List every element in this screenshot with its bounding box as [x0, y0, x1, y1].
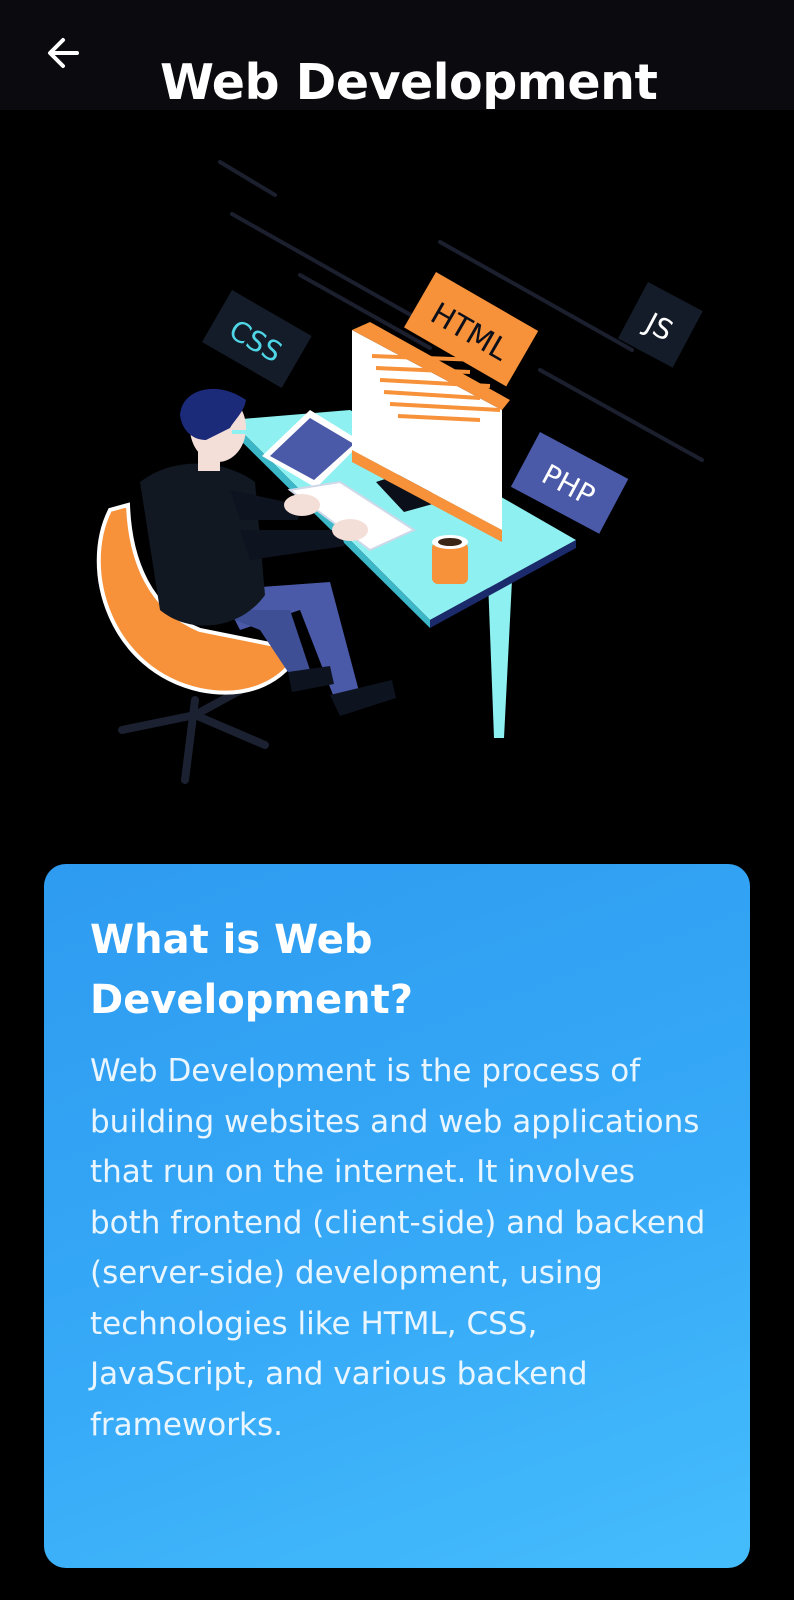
page-title: Web Development	[160, 53, 658, 111]
coffee-cup	[432, 535, 468, 584]
hero-illustration: CSS JS PHP HTML	[0, 110, 794, 850]
card-title: What is Web Development?	[90, 917, 413, 1023]
css-tag: CSS	[201, 290, 312, 388]
back-button[interactable]	[38, 28, 88, 78]
chair-base	[118, 681, 269, 784]
arrow-left-icon	[48, 38, 79, 68]
person-hand	[284, 494, 320, 516]
developer-at-desk-illustration: CSS JS PHP HTML	[96, 160, 704, 784]
js-tag: JS	[617, 282, 703, 368]
app-bar: Web Development	[0, 0, 794, 111]
desk-leg	[488, 580, 512, 738]
card-body: Web Development is the process of buildi…	[90, 1053, 706, 1443]
info-card: What is Web Development? Web Development…	[44, 864, 750, 1568]
